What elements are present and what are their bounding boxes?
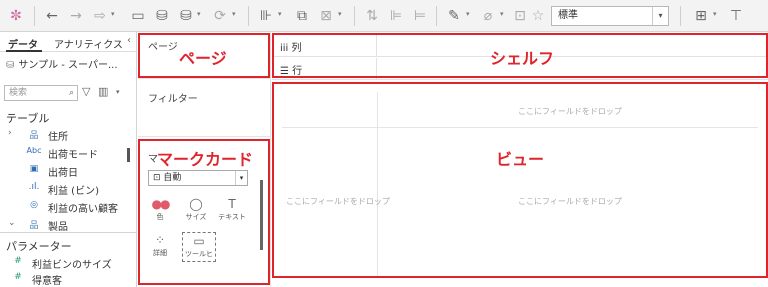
field-label: 製品 — [48, 222, 68, 233]
highlight-icon[interactable]: ✎ — [444, 6, 464, 26]
show-me-icon[interactable]: ⊞ — [690, 6, 712, 26]
chevron-down-icon[interactable]: ▾ — [466, 10, 470, 18]
parameters-heading: パラメーター — [6, 240, 72, 253]
parameter-label: 得意客 — [32, 276, 62, 287]
toolbar-divider — [34, 6, 35, 26]
tab-analytics[interactable]: アナリティクス — [54, 36, 123, 51]
hierarchy-icon: 品 — [29, 221, 39, 231]
chevron-down-icon[interactable]: ▾ — [278, 10, 282, 18]
hierarchy-icon: 品 — [29, 131, 39, 141]
filter-icon[interactable]: ▽ — [82, 85, 90, 98]
chevron-down-icon[interactable]: ▾ — [500, 10, 504, 18]
search-placeholder: 検索 — [9, 88, 28, 98]
search-icon: ⌕ — [68, 88, 74, 98]
presentation-mode-icon[interactable]: ⊤ — [726, 6, 746, 26]
database-icon: ⛁ — [6, 60, 15, 71]
chevron-down-icon[interactable]: ▾ — [232, 10, 236, 18]
fit-select-value: 標準 — [558, 10, 578, 21]
chevron-down-icon: ▾ — [652, 7, 668, 25]
toolbar-divider — [354, 6, 355, 26]
data-pane: データ アナリティクス ‹ ⛁ サンプル - スーパー... 検索 ⌕ ▽ ▥ ▾… — [0, 32, 137, 287]
toolbar-divider — [436, 6, 437, 26]
tables-heading: テーブル — [6, 112, 50, 125]
field-label: 利益の高い顧客 — [48, 204, 118, 215]
parameter-label: 利益ビンのサイズ — [32, 260, 112, 271]
duplicate-sheet-icon[interactable]: ⧉ — [292, 6, 312, 26]
toolbar: ✼ ← → ⇨ ▾ ▭ ⛁ ⛁ ▾ ⟳ ▾ ⊪ ▾ ⧉ ⊠ ▾ ⇅ ⊫ ⊨ ✎ … — [0, 0, 768, 32]
pause-updates-icon[interactable]: ⛁ — [176, 6, 196, 26]
datasource-label: サンプル - スーパー... — [18, 60, 118, 71]
toolbar-divider — [248, 6, 249, 26]
show-mark-labels-icon[interactable]: ⊡ — [510, 6, 530, 26]
active-tab-indicator — [6, 50, 42, 52]
datasource-item[interactable]: ⛁ サンプル - スーパー... — [6, 56, 118, 71]
field-label: 住所 — [48, 132, 68, 143]
toolbar-divider — [680, 6, 681, 26]
marks-annotation: マークカード — [157, 150, 254, 169]
card-divider — [138, 136, 271, 137]
pages-annotation: ページ — [179, 49, 227, 68]
string-type-icon: Abc — [26, 146, 42, 155]
data-pane-tabs: データ アナリティクス ‹ — [0, 32, 137, 52]
collapse-icon[interactable]: ⌄ — [8, 218, 16, 228]
date-type-icon: ▣ — [29, 164, 39, 174]
card-divider — [138, 78, 271, 79]
set-type-icon: ◎ — [30, 200, 38, 210]
chevron-down-icon[interactable]: ▾ — [197, 10, 201, 18]
group-members-icon[interactable]: ⌀ — [478, 6, 498, 26]
chevron-down-icon[interactable]: ▾ — [713, 10, 717, 18]
chevron-down-icon[interactable]: ▾ — [116, 88, 120, 96]
sort-descending-icon[interactable]: ⊨ — [410, 6, 430, 26]
expand-icon[interactable]: › — [8, 128, 12, 138]
collapse-icon[interactable]: ‹ — [127, 35, 131, 46]
tab-data[interactable]: データ — [8, 36, 38, 51]
view-annotation: ビュー — [496, 150, 545, 169]
bin-type-icon: .ıl. — [28, 182, 40, 192]
sort-ascending-icon[interactable]: ⊫ — [386, 6, 406, 26]
tableau-logo-icon[interactable]: ✼ — [6, 6, 26, 26]
chevron-down-icon[interactable]: ▾ — [111, 10, 115, 18]
filters-card-title: フィルター — [148, 94, 198, 105]
redo-icon[interactable]: → — [66, 6, 86, 26]
scrollbar-thumb[interactable] — [127, 148, 130, 162]
field-label: 利益 (ビン) — [48, 186, 99, 197]
undo-icon[interactable]: ← — [42, 6, 62, 26]
pane-divider — [0, 232, 137, 233]
search-input[interactable]: 検索 ⌕ — [4, 85, 78, 101]
number-type-icon: # — [14, 272, 22, 282]
view-highlight-box — [272, 82, 768, 278]
chevron-down-icon[interactable]: ▾ — [338, 10, 342, 18]
new-datasource-icon[interactable]: ⛁ — [152, 6, 172, 26]
number-type-icon: # — [14, 256, 22, 266]
new-worksheet-icon[interactable]: ⊪ — [256, 6, 276, 26]
replace-data-icon[interactable]: ⇨ — [90, 6, 110, 26]
view-options-icon[interactable]: ▥ — [98, 85, 108, 98]
refresh-icon[interactable]: ⟳ — [210, 6, 230, 26]
clear-sheet-icon[interactable]: ⊠ — [316, 6, 336, 26]
pin-icon[interactable]: ☆ — [530, 6, 546, 26]
fit-select[interactable]: 標準 ▾ — [551, 6, 669, 26]
save-icon[interactable]: ▭ — [128, 6, 148, 26]
shelf-annotation: シェルフ — [490, 49, 555, 68]
swap-rows-columns-icon[interactable]: ⇅ — [362, 6, 382, 26]
field-label: 出荷モード — [48, 150, 98, 161]
field-label: 出荷日 — [48, 168, 78, 179]
